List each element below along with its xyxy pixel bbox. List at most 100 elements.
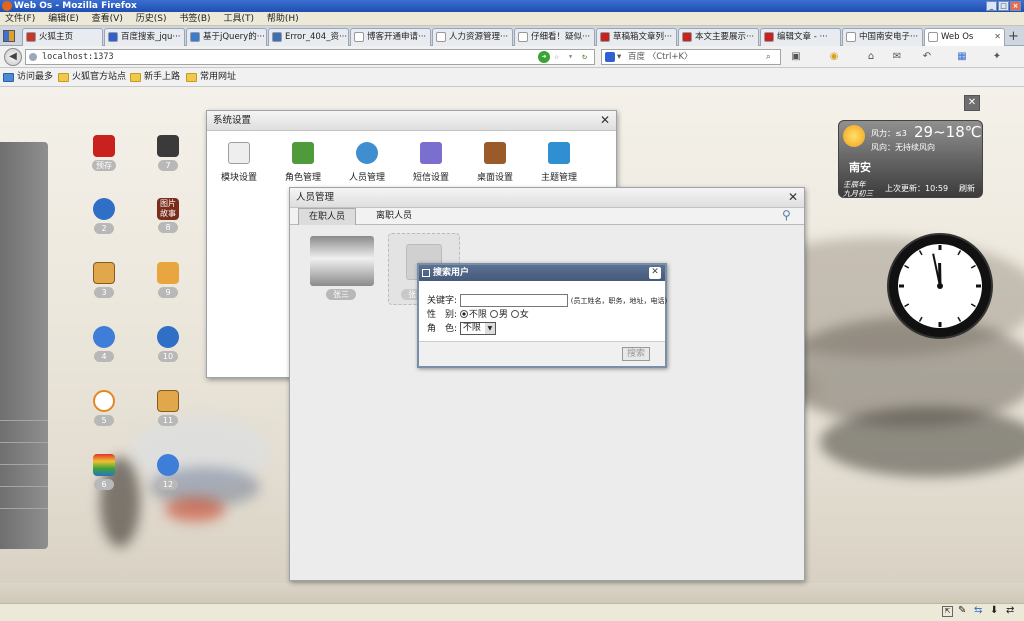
desktop-icon[interactable]: 2 (84, 198, 124, 234)
menu-file[interactable]: 文件(F) (0, 12, 40, 26)
bookmark-common-sites[interactable]: 常用网址 (186, 68, 236, 87)
tab-groups-icon[interactable] (3, 30, 15, 42)
tab-8[interactable]: 草稿箱文章列··· (596, 28, 677, 46)
tab-10[interactable]: 编辑文章 - ··· (760, 28, 841, 46)
keyword-input[interactable] (459, 294, 568, 307)
tab-active-staff[interactable]: 在职人员 (298, 208, 357, 225)
window-titlebar: Web Os - Mozilla Firefox _ □ × (0, 0, 1024, 12)
maximize-button[interactable]: □ (998, 1, 1009, 11)
minimize-button[interactable]: _ (986, 1, 997, 11)
tool-desktop-settings[interactable]: 桌面设置 (465, 142, 525, 183)
bookmark-getting-started[interactable]: 新手上路 (130, 68, 180, 87)
desktop-icon[interactable]: 7 (148, 135, 188, 171)
close-icon[interactable]: ✕ (649, 267, 661, 279)
close-tab-icon[interactable]: ✕ (994, 29, 1001, 45)
new-tab-button[interactable]: + (1008, 29, 1019, 44)
menu-edit[interactable]: 编辑(E) (43, 12, 84, 26)
bookmark-most-visited[interactable]: 访问最多 (3, 68, 53, 87)
tool-module-settings[interactable]: 模块设置 (209, 142, 269, 183)
tab-departed-staff[interactable]: 离职人员 (366, 208, 422, 225)
sync-icon[interactable]: ⇄ (1006, 605, 1014, 616)
tab-2[interactable]: 百度搜索_jqu··· (104, 28, 185, 46)
star-icon[interactable]: ☆ (554, 50, 559, 64)
tab-7[interactable]: 仔细看！疑似··· (514, 28, 595, 46)
search-icon[interactable]: ⚲ (782, 208, 791, 222)
tab-12[interactable]: Web Os ✕ (924, 28, 1005, 47)
bookmark-firefox-site[interactable]: 火狐官方站点 (58, 68, 126, 87)
desktop-icon[interactable]: 12 (148, 454, 188, 490)
gender-any-radio[interactable] (459, 310, 468, 318)
tools-icon[interactable]: ✦ (990, 50, 1004, 64)
tool-theme-management[interactable]: 主题管理 (529, 142, 589, 183)
window-header[interactable]: 人员管理 ✕ (290, 188, 804, 208)
desktop-icon[interactable]: 图片 故事 8 (148, 198, 188, 233)
apps-icon[interactable]: ▦ (955, 50, 969, 64)
go-icon[interactable]: ➜ (538, 51, 550, 63)
home-icon[interactable]: ⌂ (864, 50, 878, 64)
tab-11[interactable]: 中国南安电子··· (842, 28, 923, 46)
undo-icon[interactable]: ↶ (920, 50, 934, 64)
dialog-title: 搜索用户 (433, 268, 470, 278)
widget-close-button[interactable]: ✕ (964, 95, 980, 111)
dialog-header[interactable]: 搜索用户 ✕ (419, 265, 665, 281)
left-panel[interactable] (0, 142, 48, 549)
desktop-icon[interactable]: 11 (148, 390, 188, 426)
desktop-icon-label: 11 (158, 415, 178, 426)
addon-icon[interactable]: ◉ (827, 50, 841, 64)
close-icon[interactable]: ✕ (788, 190, 798, 204)
gender-female-radio[interactable] (510, 310, 519, 318)
dropdown-icon[interactable]: ▾ (568, 50, 573, 64)
menu-tools[interactable]: 工具(T) (218, 12, 259, 26)
tool-sms-settings[interactable]: 短信设置 (401, 142, 461, 183)
close-icon[interactable]: ✕ (600, 113, 610, 127)
tool-user-management[interactable]: 人员管理 (337, 142, 397, 183)
search-bar[interactable]: ▾ 百度 〈Ctrl+K〉 ⌕ (601, 49, 781, 65)
desktop-icon[interactable]: 6 (84, 454, 124, 490)
back-button[interactable]: ◀ (4, 48, 22, 66)
desktop-icon-label: 6 (94, 479, 114, 490)
desktop-icon[interactable]: 3 (84, 262, 124, 298)
screenshot-icon[interactable]: ▣ (789, 50, 803, 64)
dialog-footer: 搜索 (419, 341, 665, 366)
search-icon[interactable]: ⌕ (766, 50, 771, 64)
tools-icon[interactable]: ✎ (958, 605, 966, 616)
url-bar[interactable]: localhost:1373 ➜ ☆ ▾ ↻ (25, 49, 595, 65)
menu-view[interactable]: 查看(V) (87, 12, 128, 26)
search-button[interactable]: 搜索 (622, 347, 651, 361)
desktop-icon[interactable]: 4 (84, 326, 124, 362)
menu-help[interactable]: 帮助(H) (262, 12, 304, 26)
tab-label: 百度搜索_jqu··· (121, 32, 181, 42)
search-engine-dropdown-icon[interactable]: ▾ (617, 50, 621, 64)
mail-icon[interactable]: ✉ (890, 50, 904, 64)
role-label: 角 色: (427, 324, 458, 334)
close-window-button[interactable]: × (1010, 1, 1021, 11)
tool-role-management[interactable]: 角色管理 (273, 142, 333, 183)
gender-male-radio[interactable] (489, 310, 498, 318)
tool-label: 模块设置 (220, 173, 257, 183)
tab-3[interactable]: 基于jQuery的··· (186, 28, 267, 46)
menu-bookmarks[interactable]: 书签(B) (174, 12, 215, 26)
user-card-label: 张三 (326, 289, 356, 300)
refresh-button[interactable]: 刷新 (959, 183, 975, 194)
last-updated: 上次更新：10:59 (885, 184, 949, 193)
tab-6[interactable]: 人力资源管理··· (432, 28, 513, 46)
tab-5[interactable]: 博客开通申请··· (350, 28, 431, 46)
desktop-icon[interactable]: 10 (148, 326, 188, 362)
tab-favicon-icon (190, 32, 200, 42)
user-card-photo[interactable] (310, 236, 374, 286)
tab-1[interactable]: 火狐主页 (22, 28, 103, 46)
tab-9[interactable]: 本文主要展示··· (678, 28, 759, 46)
desktop-icon[interactable]: 9 (148, 262, 188, 298)
desktop-icon[interactable]: 预存 (84, 135, 124, 171)
role-select[interactable]: 不限 ▼ (459, 322, 496, 335)
window-title: 系统设置 (213, 115, 252, 126)
menu-history[interactable]: 历史(S) (131, 12, 172, 26)
reload-icon[interactable]: ↻ (582, 50, 587, 64)
desktop-icon[interactable]: 5 (84, 390, 124, 426)
network-icon[interactable]: ⇆ (974, 605, 982, 616)
download-icon[interactable]: ⬇ (990, 605, 998, 616)
tab-4[interactable]: Error_404_资··· (268, 28, 349, 46)
addon-bar-icon[interactable]: ⇱ (942, 606, 953, 617)
window-header[interactable]: 系统设置 ✕ (207, 111, 616, 131)
tab-favicon-icon (354, 32, 364, 42)
